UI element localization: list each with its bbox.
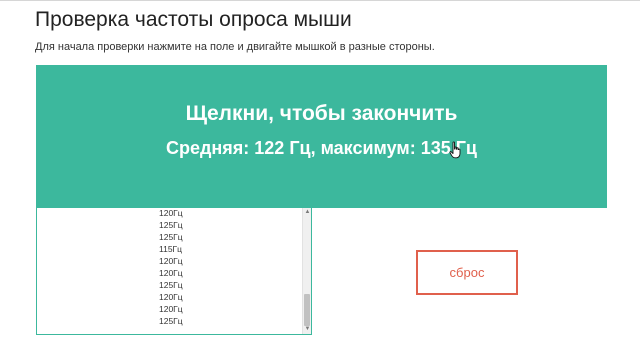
test-headline: Щелкни, чтобы закончить	[185, 102, 458, 125]
log-item: 125Гц	[159, 220, 183, 230]
log-item: 120Гц	[159, 208, 183, 218]
polling-test-area[interactable]: Щелкни, чтобы закончить Средняя: 122 Гц,…	[36, 65, 607, 208]
log-item: 120Гц	[159, 292, 183, 302]
page-title: Проверка частоты опроса мыши	[35, 8, 352, 31]
scroll-up-arrow-icon[interactable]: ▲	[304, 209, 311, 216]
page: Проверка частоты опроса мыши Для начала …	[0, 0, 640, 360]
scroll-down-arrow-icon[interactable]: ▼	[304, 326, 311, 333]
instructions-text: Для начала проверки нажмите на поле и дв…	[35, 41, 435, 53]
log-item: 125Гц	[159, 316, 183, 326]
log-item: 125Гц	[159, 232, 183, 242]
hand-pointer-icon	[449, 141, 461, 159]
log-item: 120Гц	[159, 268, 183, 278]
top-divider	[0, 0, 640, 1]
polling-rate-stats: Средняя: 122 Гц, максимум: 135 Гц	[165, 138, 477, 158]
polling-log-list: 120Гц 125Гц 125Гц 115Гц 120Гц 120Гц 125Г…	[37, 208, 303, 334]
log-item: 125Гц	[159, 280, 183, 290]
reset-button[interactable]: сброс	[416, 250, 518, 295]
scrollbar-thumb[interactable]	[304, 294, 310, 326]
log-item: 115Гц	[159, 244, 183, 254]
log-item: 120Гц	[159, 304, 183, 314]
log-item: 120Гц	[159, 256, 183, 266]
polling-log[interactable]: 120Гц 125Гц 125Гц 115Гц 120Гц 120Гц 125Г…	[36, 208, 312, 335]
log-scrollbar[interactable]: ▲ ▼	[302, 208, 311, 334]
